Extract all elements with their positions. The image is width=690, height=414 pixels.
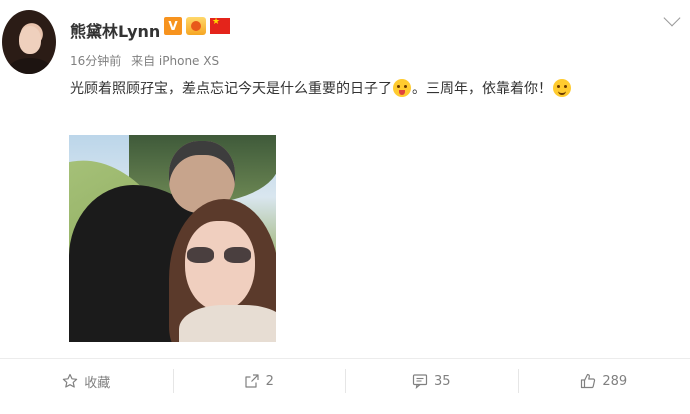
photo-woman-face	[185, 221, 255, 311]
like-count: 289	[602, 373, 628, 389]
post-time[interactable]: 16分钟前	[70, 54, 121, 68]
post-source: 来自 iPhone XS	[131, 54, 220, 68]
avatar-shoulder	[8, 58, 52, 74]
post-meta: 16分钟前 来自 iPhone XS	[70, 52, 219, 69]
favorite-label: 收藏	[84, 375, 111, 391]
star-icon	[62, 373, 78, 389]
user-badges: V	[164, 17, 230, 35]
favorite-button[interactable]: 收藏	[0, 359, 173, 403]
like-button[interactable]: 289	[517, 359, 690, 403]
avatar-face	[19, 26, 41, 54]
photo-woman-top	[179, 305, 276, 342]
verified-icon[interactable]: V	[164, 17, 182, 35]
photo-sunglasses	[187, 247, 251, 263]
repost-count: 2	[265, 373, 274, 389]
share-icon	[244, 373, 260, 389]
post-photo[interactable]	[69, 135, 276, 342]
comment-icon	[412, 373, 428, 389]
tongue-out-emoji-icon	[393, 79, 411, 97]
username[interactable]: 熊黛林Lynn	[70, 18, 160, 42]
member-icon[interactable]	[186, 17, 206, 35]
post-text-part2: 。三周年，依靠着你！	[412, 81, 552, 97]
shy-emoji-icon	[553, 79, 571, 97]
comment-button[interactable]: 35	[345, 359, 518, 403]
repost-button[interactable]: 2	[172, 359, 346, 403]
action-bar: 收藏 2 35 289	[0, 359, 690, 403]
avatar[interactable]	[2, 10, 56, 74]
comment-count: 35	[433, 373, 451, 389]
weibo-post-card: 熊黛林Lynn V 16分钟前 来自 iPhone XS 光顾着照顾孖宝，差点忘…	[0, 0, 690, 414]
thumbs-up-icon	[580, 373, 596, 389]
post-text-part1: 光顾着照顾孖宝，差点忘记今天是什么重要的日子了	[70, 81, 392, 97]
post-text: 光顾着照顾孖宝，差点忘记今天是什么重要的日子了 。三周年，依靠着你！	[70, 79, 690, 98]
chevron-down-icon[interactable]	[663, 9, 681, 27]
china-flag-icon	[210, 17, 230, 34]
